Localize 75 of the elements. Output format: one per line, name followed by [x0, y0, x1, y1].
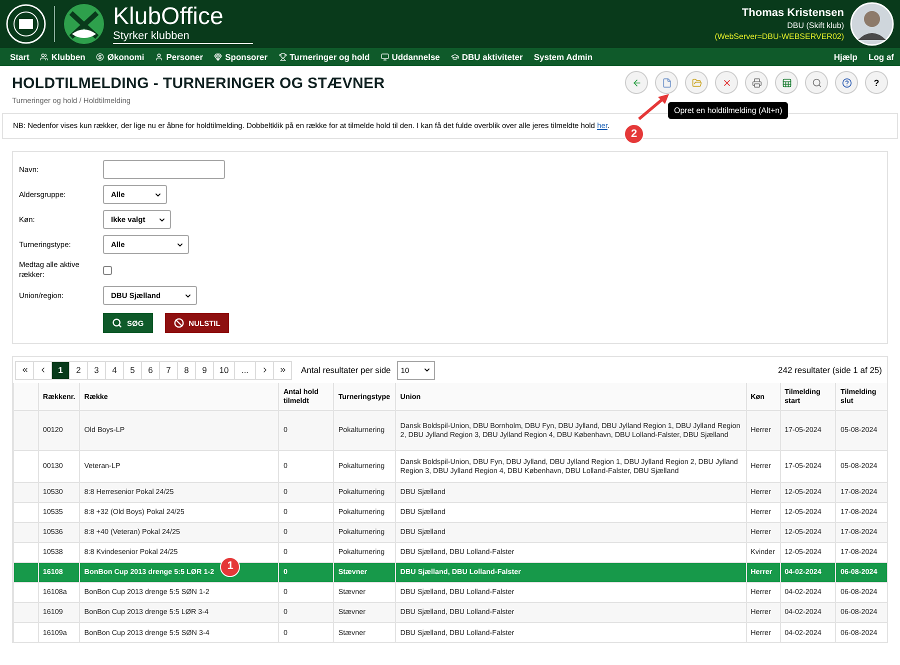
page-button[interactable]: 2 — [69, 360, 88, 380]
graduation-cap-icon — [450, 53, 459, 61]
search-button[interactable] — [805, 71, 828, 94]
chevron-down-icon — [176, 240, 184, 248]
search-icon — [812, 78, 822, 88]
nav-item[interactable]: Klubben — [40, 52, 86, 62]
page-button[interactable]: 8 — [177, 360, 196, 380]
nav-item[interactable]: Uddannelse — [380, 52, 440, 62]
spreadsheet-button[interactable] — [775, 71, 798, 94]
page-title: HOLDTILMELDING - TURNERINGER OG STÆVNER — [12, 75, 385, 92]
last-icon — [278, 366, 286, 374]
nav-item[interactable]: Personer — [155, 52, 204, 62]
nav-item[interactable]: Log af — [868, 52, 894, 62]
chevron-down-icon — [158, 216, 166, 224]
document-icon — [662, 78, 672, 88]
page-button[interactable]: 5 — [123, 360, 142, 380]
page-button[interactable]: ... — [234, 360, 256, 380]
people-icon — [40, 53, 48, 61]
crest-icon — [6, 4, 46, 44]
name-field[interactable] — [103, 160, 225, 179]
chevron-down-icon — [422, 366, 431, 374]
printer-button[interactable] — [745, 71, 768, 94]
close-button[interactable] — [715, 71, 738, 94]
nav-item[interactable]: Sponsorer — [214, 52, 268, 62]
arrow-icon — [636, 92, 672, 122]
back-icon — [632, 78, 642, 88]
help-button[interactable] — [835, 71, 858, 94]
avatar — [850, 2, 894, 46]
nav-item[interactable]: System Admin — [534, 52, 593, 62]
results-count: 242 resultater (side 1 af 25) — [778, 365, 882, 375]
nav-item[interactable]: Start — [10, 52, 30, 62]
folder-icon — [692, 78, 702, 88]
printer-icon — [752, 78, 762, 88]
folder-button[interactable] — [685, 71, 708, 94]
user-name: Thomas Kristensen — [742, 6, 844, 20]
brand-name: KlubOffice — [113, 4, 224, 30]
nav-item[interactable]: Økonomi — [96, 52, 144, 62]
back-button[interactable] — [625, 71, 648, 94]
first-icon — [20, 366, 28, 374]
nav-item[interactable]: Turneringer og hold — [278, 52, 370, 62]
coin-icon — [96, 53, 104, 61]
help-button[interactable]: ? — [865, 71, 888, 94]
search-icon — [112, 318, 122, 328]
nav-item[interactable]: DBU aktiviteter — [450, 52, 523, 62]
question-mark-icon: ? — [874, 78, 880, 88]
page-button[interactable]: 9 — [195, 360, 214, 380]
club-link[interactable]: DBU (Skift klub) — [787, 20, 844, 30]
close-icon — [722, 78, 732, 88]
person-icon — [155, 53, 164, 61]
spreadsheet-icon — [782, 78, 792, 88]
ban-icon — [174, 318, 184, 328]
page-button[interactable]: 7 — [159, 360, 178, 380]
step-badge: 1 — [220, 556, 240, 576]
table-row[interactable] — [14, 410, 887, 450]
chevron-down-icon — [184, 292, 192, 300]
page-button[interactable]: 1 — [51, 360, 70, 380]
page-button[interactable]: 6 — [141, 360, 160, 380]
step-badge: 2 — [624, 124, 644, 144]
nav-item[interactable]: Hjælp — [834, 52, 858, 62]
server-label: (WebServer=DBU-WEBSERVER02) — [714, 30, 844, 42]
per-page-label: Antal resultater per side — [301, 365, 391, 375]
trophy-icon — [278, 53, 287, 61]
last-page-button[interactable] — [273, 360, 292, 380]
checkbox[interactable] — [103, 266, 112, 274]
first-page-button[interactable] — [15, 360, 34, 380]
logo-icon — [63, 3, 105, 45]
tagline: Styrker klubben — [113, 30, 253, 44]
tooltip: Opret en holdtilmelding (Alt+n) — [668, 102, 788, 119]
help-icon — [842, 78, 852, 88]
page-button[interactable]: 4 — [105, 360, 124, 380]
page-button[interactable]: 10 — [213, 360, 235, 380]
monitor-icon — [380, 53, 389, 61]
page-button[interactable]: 3 — [87, 360, 106, 380]
document-button[interactable] — [655, 71, 678, 94]
chevron-down-icon — [154, 190, 162, 198]
